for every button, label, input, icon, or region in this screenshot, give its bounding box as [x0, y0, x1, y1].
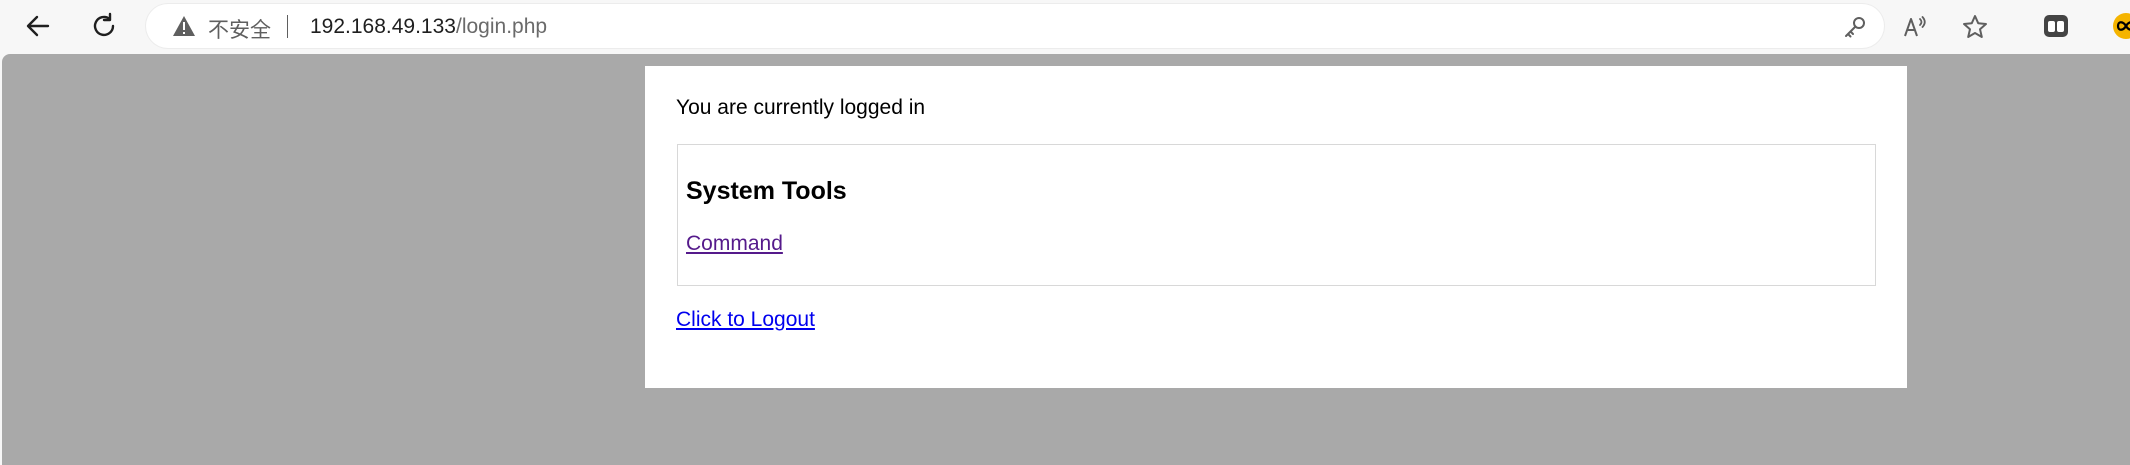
url-host: 192.168.49.133 — [310, 15, 456, 38]
system-tools-section: System Tools Command — [677, 144, 1876, 286]
browser-toolbar: 不安全 192.168.49.133/login.php — [0, 0, 2130, 52]
read-aloud-icon[interactable] — [1902, 14, 1928, 40]
back-arrow-icon — [26, 15, 50, 37]
address-separator — [287, 15, 288, 38]
address-bar[interactable]: 不安全 192.168.49.133/login.php — [146, 4, 1987, 48]
warning-triangle-icon[interactable] — [172, 15, 196, 37]
url-text[interactable]: 192.168.49.133/login.php — [310, 15, 547, 39]
infinity-extension-icon[interactable] — [2112, 12, 2130, 40]
system-tools-heading: System Tools — [686, 177, 847, 205]
star-icon[interactable] — [1962, 14, 1988, 40]
tabs-extension-icon[interactable] — [2042, 12, 2070, 40]
command-link[interactable]: Command — [686, 232, 783, 256]
refresh-icon — [93, 12, 115, 37]
security-status-label[interactable]: 不安全 — [208, 14, 271, 44]
back-button[interactable] — [20, 8, 56, 44]
logout-link[interactable]: Click to Logout — [676, 308, 815, 332]
url-path: /login.php — [455, 15, 548, 38]
key-icon[interactable] — [1842, 14, 1868, 40]
login-status-text: You are currently logged in — [676, 96, 926, 119]
content-panel: You are currently logged in System Tools… — [645, 66, 1907, 388]
refresh-button[interactable] — [86, 8, 122, 44]
